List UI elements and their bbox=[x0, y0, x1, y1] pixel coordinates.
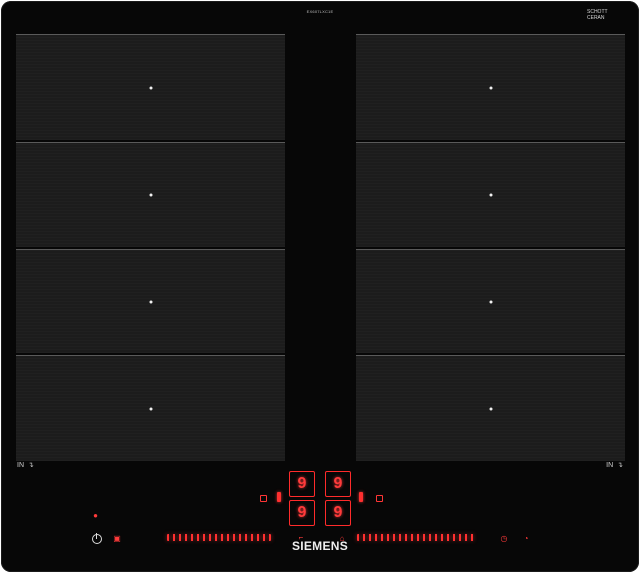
power-level-display-bottom-left[interactable]: 9 bbox=[289, 500, 315, 526]
cooking-zone-left-1 bbox=[16, 34, 285, 140]
arrow-icon: ↴ bbox=[617, 462, 623, 469]
left-zone-indicator-bar bbox=[277, 492, 281, 502]
zone-center-marker bbox=[149, 407, 152, 410]
zone-center-marker bbox=[489, 407, 492, 410]
cooking-zone-right-4 bbox=[356, 355, 625, 461]
power-level-display-top-right[interactable]: 9 bbox=[325, 471, 351, 497]
cooking-zone-left-4 bbox=[16, 355, 285, 461]
induction-cooktop: EX607LXC1E SCHOTT CERAN IN ↴ IN ↴ 9 9 9 bbox=[1, 1, 639, 572]
zone-center-marker bbox=[149, 300, 152, 303]
left-mode-indicator bbox=[260, 495, 267, 502]
cooking-zone-right-3 bbox=[356, 249, 625, 353]
cooking-zone-right-2 bbox=[356, 142, 625, 247]
right-zone-label: IN ↴ bbox=[606, 461, 623, 470]
arrow-icon: ↴ bbox=[28, 462, 34, 469]
right-zone-indicator-bar bbox=[359, 492, 363, 502]
zone-center-marker bbox=[489, 193, 492, 197]
zone-center-marker bbox=[149, 86, 152, 89]
model-label: EX607LXC1E bbox=[306, 9, 334, 14]
zone-center-marker bbox=[489, 300, 492, 303]
cooking-zone-right-1 bbox=[356, 34, 625, 140]
right-mode-indicator bbox=[376, 495, 383, 502]
power-level-display-bottom-right[interactable]: 9 bbox=[325, 500, 351, 526]
schott-ceran-logo: SCHOTT CERAN bbox=[587, 9, 608, 21]
cooking-zone-left-3 bbox=[16, 249, 285, 353]
zone-center-marker bbox=[149, 193, 152, 197]
left-zone-label: IN ↴ bbox=[17, 461, 34, 470]
brand-logo: SIEMENS bbox=[291, 539, 349, 553]
status-indicator-dot: ● bbox=[93, 510, 98, 520]
zone-center-marker bbox=[489, 86, 492, 89]
power-level-display-top-left[interactable]: 9 bbox=[289, 471, 315, 497]
cooking-zone-left-2 bbox=[16, 142, 285, 247]
